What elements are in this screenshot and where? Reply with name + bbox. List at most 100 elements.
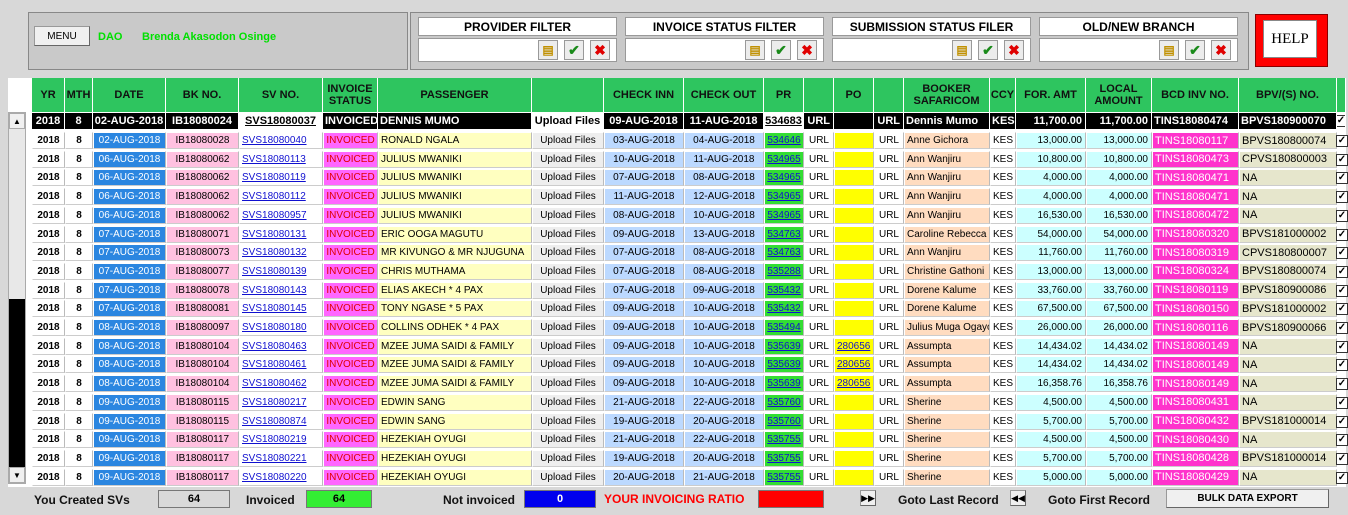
filter-apply-icon[interactable]: ✔: [978, 40, 998, 60]
current-status[interactable]: INVOICED: [323, 113, 378, 129]
filter-clear-icon[interactable]: ✖: [590, 40, 610, 60]
cell-r3-c12[interactable]: [834, 188, 874, 206]
cell-r0-c7[interactable]: Upload Files: [532, 132, 604, 149]
col-header-2[interactable]: DATE: [93, 78, 166, 112]
current-sv[interactable]: SVS18080037: [239, 113, 323, 129]
row-checkbox[interactable]: ✓: [1336, 265, 1348, 278]
cell-r10-c4[interactable]: SVS18080180: [239, 319, 323, 336]
current-cout[interactable]: 11-AUG-2018: [684, 113, 764, 129]
cell-r9-c10[interactable]: 535432: [764, 300, 804, 318]
cell-r8-c12[interactable]: [834, 281, 874, 299]
col-header-7[interactable]: [532, 78, 604, 112]
cell-r3-c11[interactable]: URL: [804, 188, 834, 206]
cell-r5-c11[interactable]: URL: [804, 225, 834, 243]
col-header-8[interactable]: CHECK INN: [604, 78, 684, 112]
col-header-4[interactable]: SV NO.: [239, 78, 323, 112]
cell-r0-c13[interactable]: URL: [874, 132, 904, 149]
col-header-15[interactable]: CCY: [990, 78, 1016, 112]
scroll-up-arrow[interactable]: ▲: [9, 113, 25, 129]
cell-r16-c4[interactable]: SVS18080219: [239, 431, 323, 449]
cell-r14-c10[interactable]: 535760: [764, 393, 804, 411]
cell-r17-c7[interactable]: Upload Files: [532, 449, 604, 467]
current-pourl[interactable]: URL: [874, 113, 904, 129]
col-header-11[interactable]: [804, 78, 834, 112]
row-checkbox[interactable]: ✓: [1336, 396, 1348, 409]
cell-r0-c12[interactable]: [834, 132, 874, 149]
vertical-scrollbar[interactable]: ▲ ▼: [8, 112, 26, 484]
scroll-thumb[interactable]: [9, 299, 25, 467]
current-checkbox[interactable]: ✓: [1337, 115, 1345, 127]
cell-r4-c13[interactable]: URL: [874, 206, 904, 224]
col-header-3[interactable]: BK NO.: [166, 78, 239, 112]
cell-r8-c4[interactable]: SVS18080143: [239, 281, 323, 299]
cell-r11-c12[interactable]: 280656: [834, 337, 874, 355]
cell-r14-c7[interactable]: Upload Files: [532, 393, 604, 411]
cell-r10-c12[interactable]: [834, 319, 874, 336]
cell-r4-c12[interactable]: [834, 206, 874, 224]
cell-r18-c4[interactable]: SVS18080220: [239, 468, 323, 486]
cell-r15-c11[interactable]: URL: [804, 412, 834, 430]
cell-r17-c10[interactable]: 535755: [764, 449, 804, 467]
current-mth[interactable]: 8: [65, 113, 93, 129]
cell-r14-c4[interactable]: SVS18080217: [239, 393, 323, 411]
col-header-18[interactable]: BCD INV NO.: [1152, 78, 1239, 112]
current-ccy[interactable]: KES: [990, 113, 1016, 129]
cell-r18-c12[interactable]: [834, 468, 874, 486]
cell-r1-c10[interactable]: 534965: [764, 150, 804, 168]
current-lamt[interactable]: 11,700.00: [1086, 113, 1152, 129]
col-header-16[interactable]: FOR. AMT: [1016, 78, 1086, 112]
cell-r9-c11[interactable]: URL: [804, 300, 834, 318]
cell-r6-c13[interactable]: URL: [874, 244, 904, 262]
goto-first-label[interactable]: Goto First Record: [1048, 493, 1150, 507]
col-header-14[interactable]: BOOKER SAFARICOM: [904, 78, 990, 112]
filter-clear-icon[interactable]: ✖: [797, 40, 817, 60]
filter-clear-icon[interactable]: ✖: [1004, 40, 1024, 60]
current-cin[interactable]: 09-AUG-2018: [604, 113, 684, 129]
cell-r12-c4[interactable]: SVS18080461: [239, 356, 323, 374]
cell-r5-c12[interactable]: [834, 225, 874, 243]
cell-r15-c12[interactable]: [834, 412, 874, 430]
row-checkbox[interactable]: ✓: [1336, 415, 1348, 428]
cell-r8-c13[interactable]: URL: [874, 281, 904, 299]
row-checkbox[interactable]: ✓: [1336, 322, 1348, 334]
cell-r6-c11[interactable]: URL: [804, 244, 834, 262]
col-header-10[interactable]: PR: [764, 78, 804, 112]
cell-r15-c7[interactable]: Upload Files: [532, 412, 604, 430]
cell-r6-c4[interactable]: SVS18080132: [239, 244, 323, 262]
col-header-17[interactable]: LOCAL AMOUNT: [1086, 78, 1152, 112]
cell-r10-c11[interactable]: URL: [804, 319, 834, 336]
goto-last-label[interactable]: Goto Last Record: [898, 493, 999, 507]
cell-r7-c12[interactable]: [834, 262, 874, 280]
cell-r8-c11[interactable]: URL: [804, 281, 834, 299]
row-checkbox[interactable]: ✓: [1336, 434, 1348, 447]
cell-r10-c10[interactable]: 535494: [764, 319, 804, 336]
cell-r5-c10[interactable]: 534763: [764, 225, 804, 243]
cell-r2-c10[interactable]: 534965: [764, 169, 804, 187]
cell-r1-c12[interactable]: [834, 150, 874, 168]
scroll-down-arrow[interactable]: ▼: [9, 467, 25, 483]
filter-list-icon[interactable]: ▤: [745, 40, 765, 60]
cell-r16-c10[interactable]: 535755: [764, 431, 804, 449]
cell-r13-c13[interactable]: URL: [874, 375, 904, 393]
col-header-5[interactable]: INVOICE STATUS: [323, 78, 378, 112]
row-checkbox[interactable]: ✓: [1336, 191, 1348, 204]
goto-first-icon[interactable]: ◀◀: [1010, 490, 1026, 506]
row-checkbox[interactable]: ✓: [1336, 471, 1348, 484]
cell-r7-c11[interactable]: URL: [804, 262, 834, 280]
cell-r3-c4[interactable]: SVS18080112: [239, 188, 323, 206]
cell-r15-c13[interactable]: URL: [874, 412, 904, 430]
cell-r3-c13[interactable]: URL: [874, 188, 904, 206]
cell-r9-c13[interactable]: URL: [874, 300, 904, 318]
cell-r5-c4[interactable]: SVS18080131: [239, 225, 323, 243]
filter-apply-icon[interactable]: ✔: [1185, 40, 1205, 60]
cell-r18-c7[interactable]: Upload Files: [532, 468, 604, 486]
row-checkbox[interactable]: ✓: [1336, 303, 1348, 316]
cell-r17-c13[interactable]: URL: [874, 449, 904, 467]
cell-r12-c12[interactable]: 280656: [834, 356, 874, 374]
row-checkbox[interactable]: ✓: [1336, 209, 1348, 222]
col-header-6[interactable]: PASSENGER: [378, 78, 532, 112]
cell-r18-c13[interactable]: URL: [874, 468, 904, 486]
cell-r2-c13[interactable]: URL: [874, 169, 904, 187]
cell-r0-c11[interactable]: URL: [804, 132, 834, 149]
cell-r5-c13[interactable]: URL: [874, 225, 904, 243]
